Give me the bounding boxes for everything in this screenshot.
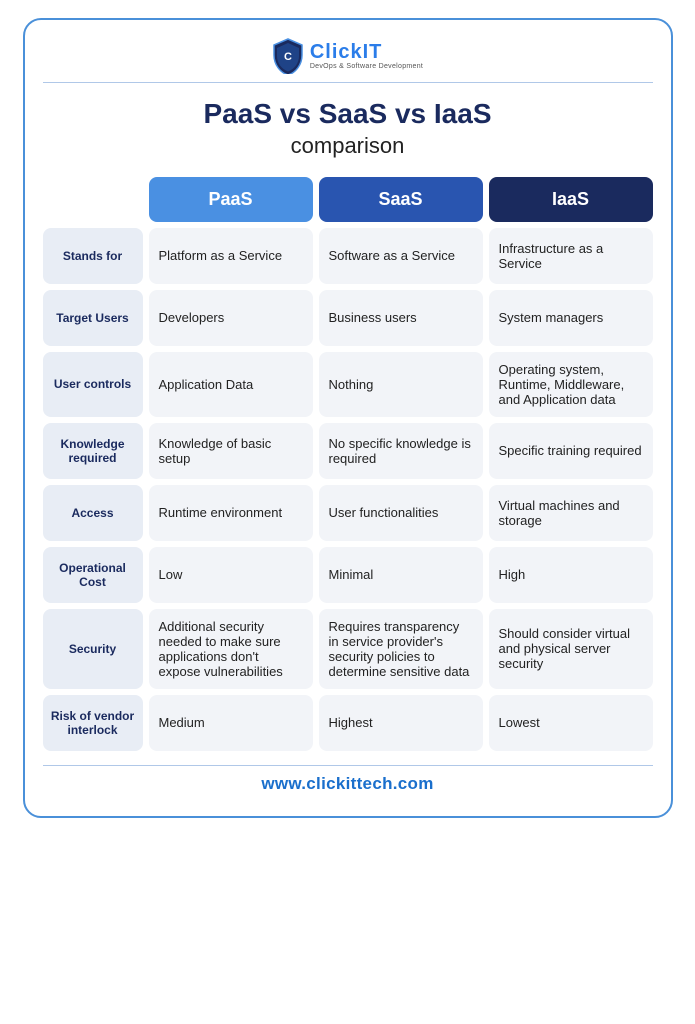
row-paas-security: Additional security needed to make sure … <box>149 609 313 689</box>
row-paas-access: Runtime environment <box>149 485 313 541</box>
row-paas-target-users: Developers <box>149 290 313 346</box>
header-saas: SaaS <box>319 177 483 222</box>
logo-name: ClickIT <box>310 41 423 63</box>
row-iaas-stands-for: Infrastructure as a Service <box>489 228 653 284</box>
svg-text:C: C <box>284 51 292 63</box>
table-row: Target Users Developers Business users S… <box>43 290 653 346</box>
footer-divider <box>43 765 653 766</box>
row-label-security: Security <box>43 609 143 689</box>
comparison-table: PaaS SaaS IaaS Stands for Platform as a … <box>43 177 653 751</box>
row-label-knowledge: Knowledge required <box>43 423 143 479</box>
table-row: Access Runtime environment User function… <box>43 485 653 541</box>
header-empty-cell <box>43 177 143 222</box>
row-saas-target-users: Business users <box>319 290 483 346</box>
logo-box: C ClickIT DevOps & Software Development <box>272 38 423 74</box>
row-label-vendor-interlock: Risk of vendor interlock <box>43 695 143 751</box>
row-saas-operational-cost: Minimal <box>319 547 483 603</box>
row-label-access: Access <box>43 485 143 541</box>
row-saas-security: Requires transparency in service provide… <box>319 609 483 689</box>
table-row: Operational Cost Low Minimal High <box>43 547 653 603</box>
row-paas-vendor-interlock: Medium <box>149 695 313 751</box>
row-label-stands-for: Stands for <box>43 228 143 284</box>
table-row: User controls Application Data Nothing O… <box>43 352 653 417</box>
logo-it: IT <box>363 41 383 63</box>
logo-area: C ClickIT DevOps & Software Development <box>43 38 653 74</box>
header-paas: PaaS <box>149 177 313 222</box>
row-saas-access: User functionalities <box>319 485 483 541</box>
row-iaas-target-users: System managers <box>489 290 653 346</box>
row-label-target-users: Target Users <box>43 290 143 346</box>
row-iaas-vendor-interlock: Lowest <box>489 695 653 751</box>
table-row: Stands for Platform as a Service Softwar… <box>43 228 653 284</box>
logo-text: ClickIT DevOps & Software Development <box>310 41 423 71</box>
row-iaas-user-controls: Operating system, Runtime, Middleware, a… <box>489 352 653 417</box>
main-title: PaaS vs SaaS vs IaaS <box>43 97 653 131</box>
row-paas-user-controls: Application Data <box>149 352 313 417</box>
logo-shield-icon: C <box>272 38 304 74</box>
header-iaas: IaaS <box>489 177 653 222</box>
title-line1: PaaS vs SaaS vs IaaS <box>204 98 492 129</box>
logo-subtitle: DevOps & Software Development <box>310 63 423 71</box>
row-iaas-access: Virtual machines and storage <box>489 485 653 541</box>
top-divider <box>43 82 653 83</box>
row-paas-stands-for: Platform as a Service <box>149 228 313 284</box>
row-saas-vendor-interlock: Highest <box>319 695 483 751</box>
row-label-operational-cost: Operational Cost <box>43 547 143 603</box>
row-saas-user-controls: Nothing <box>319 352 483 417</box>
table-header-row: PaaS SaaS IaaS <box>43 177 653 222</box>
main-subtitle: comparison <box>43 133 653 159</box>
footer-url: www.clickittech.com <box>43 774 653 798</box>
row-saas-knowledge: No specific knowledge is required <box>319 423 483 479</box>
row-saas-stands-for: Software as a Service <box>319 228 483 284</box>
logo-click: Click <box>310 41 363 63</box>
main-card: C ClickIT DevOps & Software Development … <box>23 18 673 818</box>
table-row: Risk of vendor interlock Medium Highest … <box>43 695 653 751</box>
row-label-user-controls: User controls <box>43 352 143 417</box>
table-row: Knowledge required Knowledge of basic se… <box>43 423 653 479</box>
row-paas-operational-cost: Low <box>149 547 313 603</box>
row-iaas-knowledge: Specific training required <box>489 423 653 479</box>
row-paas-knowledge: Knowledge of basic setup <box>149 423 313 479</box>
row-iaas-operational-cost: High <box>489 547 653 603</box>
row-iaas-security: Should consider virtual and physical ser… <box>489 609 653 689</box>
table-row: Security Additional security needed to m… <box>43 609 653 689</box>
